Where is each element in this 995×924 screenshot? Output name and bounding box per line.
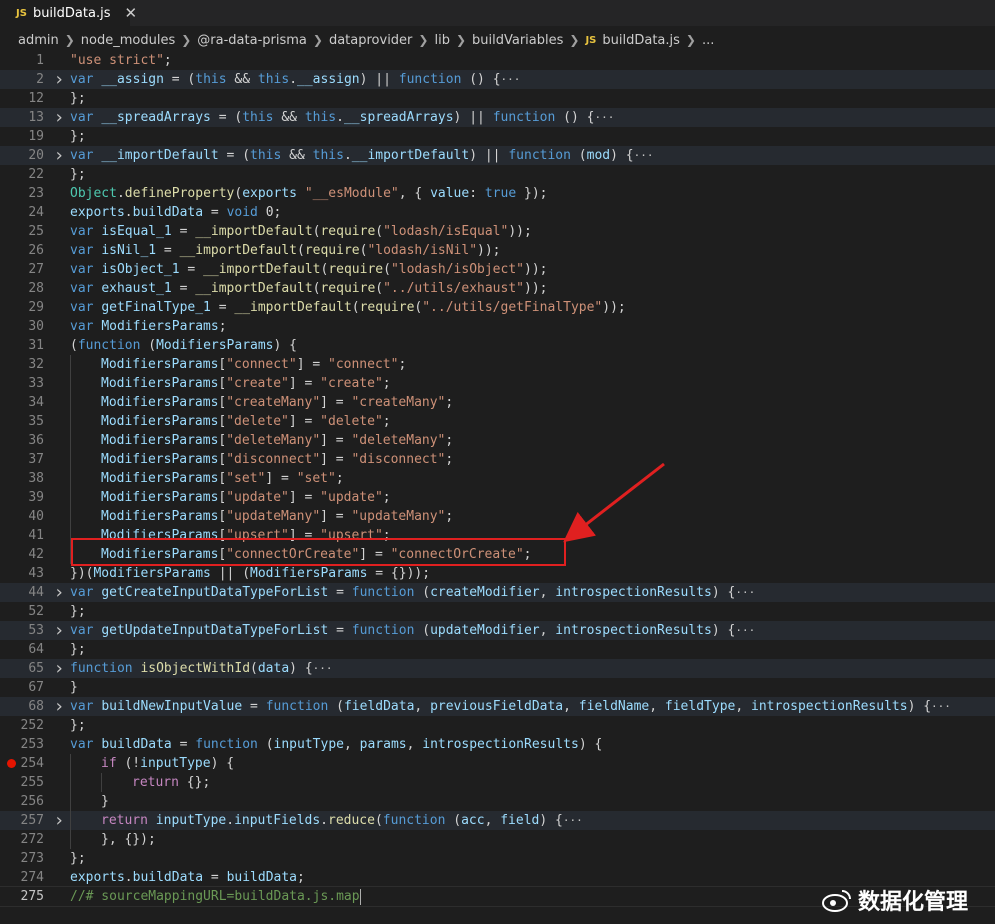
watermark-text: 数据化管理 [858,890,969,915]
weibo-logo-icon [822,890,851,912]
annotation-arrow-icon [563,462,665,543]
weibo-watermark: 数据化管理 [822,884,968,916]
